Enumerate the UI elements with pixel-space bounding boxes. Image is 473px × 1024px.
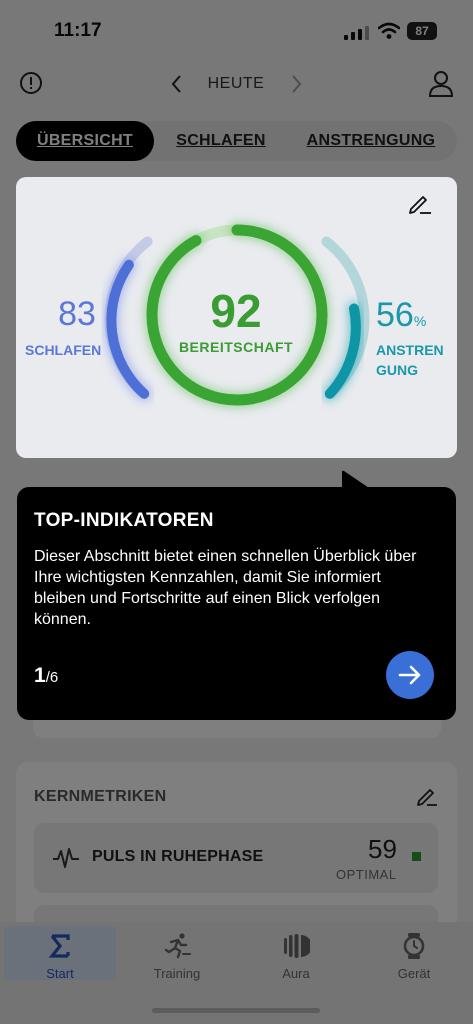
sleep-label: SCHLAFEN — [25, 342, 102, 358]
arrow-right-icon — [398, 665, 421, 685]
tooltip-total-steps: /6 — [45, 669, 59, 686]
tooltip-title: TOP-INDIKATOREN — [34, 510, 214, 531]
readiness-label: BEREITSCHAFT — [178, 339, 294, 355]
strain-score: 56% — [376, 296, 426, 335]
tooltip-next-button[interactable] — [386, 651, 434, 699]
tooltip-step-counter: 1/6 — [34, 664, 58, 688]
edit-icon[interactable] — [408, 191, 432, 215]
strain-label: ANSTRENGUNG — [376, 342, 444, 378]
strain-value: 56 — [376, 296, 414, 334]
strain-unit: % — [413, 313, 427, 329]
readiness-score: 92 — [210, 285, 262, 337]
sleep-score: 83 — [58, 295, 96, 333]
tooltip-current-step: 1 — [34, 664, 46, 687]
tooltip-body: Dieser Abschnitt bietet einen schnellen … — [34, 548, 417, 628]
